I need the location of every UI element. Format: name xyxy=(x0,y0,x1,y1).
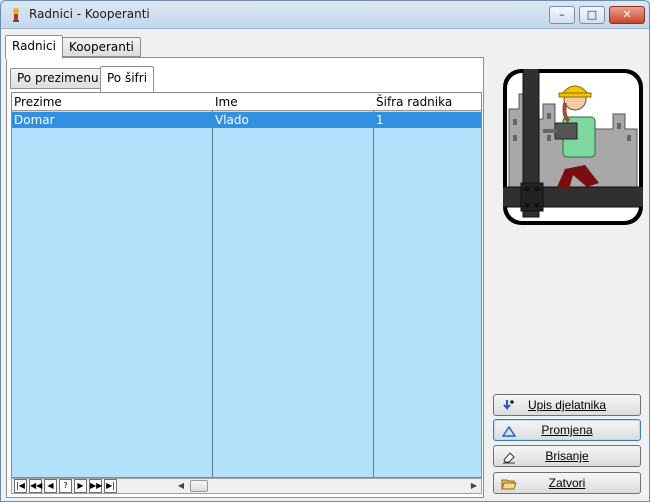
main-window: Radnici - Kooperanti – □ ✕ Radnici Koope… xyxy=(0,0,650,502)
delete-button[interactable]: Brisanje xyxy=(493,445,641,467)
scroll-right-icon[interactable]: ▶ xyxy=(467,479,481,493)
worker-icon xyxy=(13,8,19,22)
add-worker-label: Upis djelatnika xyxy=(527,398,607,412)
tab-kooperanti[interactable]: Kooperanti xyxy=(62,37,141,57)
close-window-button[interactable]: ✕ xyxy=(609,6,645,24)
nav-last-button[interactable]: ▶| xyxy=(104,479,117,493)
tab-po-prezimenu[interactable]: Po prezimenu xyxy=(10,68,106,89)
column-divider xyxy=(373,93,374,477)
delete-label: Brisanje xyxy=(545,449,589,463)
workers-grid[interactable]: Prezime Ime Šifra radnika Domar Vlado 1 xyxy=(11,92,482,478)
nav-help-button[interactable]: ? xyxy=(59,479,72,493)
horizontal-scrollbar[interactable]: ◀ ▶ xyxy=(174,479,481,493)
header-sifra-radnika[interactable]: Šifra radnika xyxy=(374,93,452,111)
tab-radnici[interactable]: Radnici xyxy=(5,35,63,59)
close-button[interactable]: Zatvori xyxy=(493,472,641,494)
nav-prev-button[interactable]: ◀ xyxy=(44,479,57,493)
header-prezime[interactable]: Prezime xyxy=(12,93,62,111)
scroll-thumb[interactable] xyxy=(190,480,208,492)
add-worker-button[interactable]: Upis djelatnika xyxy=(493,394,641,416)
grid-header: Prezime Ime Šifra radnika xyxy=(12,93,481,111)
close-label: Zatvori xyxy=(548,476,586,490)
construction-worker-illustration xyxy=(503,69,643,225)
nav-first-button[interactable]: |◀ xyxy=(14,479,27,493)
minimize-button[interactable]: – xyxy=(549,6,575,24)
column-divider xyxy=(212,93,213,477)
tab-po-sifri[interactable]: Po šifri xyxy=(100,66,155,92)
nav-next-button[interactable]: ▶ xyxy=(74,479,87,493)
record-navigator: |◀ ◀◀ ◀ ? ▶ ▶▶ ▶| ◀ ▶ xyxy=(11,478,482,494)
nav-next-page-button[interactable]: ▶▶ xyxy=(89,479,102,493)
maximize-button[interactable]: □ xyxy=(579,6,605,24)
edit-button[interactable]: Promjena xyxy=(493,419,641,441)
cell-prezime: Domar xyxy=(14,113,55,127)
edit-label: Promjena xyxy=(541,423,593,437)
window-title: Radnici - Kooperanti xyxy=(29,7,150,21)
cell-sifra: 1 xyxy=(376,113,384,127)
cell-ime: Vlado xyxy=(215,113,249,127)
table-row[interactable]: Domar Vlado 1 xyxy=(12,112,481,128)
scroll-left-icon[interactable]: ◀ xyxy=(174,479,188,493)
nav-prev-page-button[interactable]: ◀◀ xyxy=(29,479,42,493)
header-ime[interactable]: Ime xyxy=(213,93,238,111)
title-bar[interactable]: Radnici - Kooperanti – □ ✕ xyxy=(1,1,649,29)
